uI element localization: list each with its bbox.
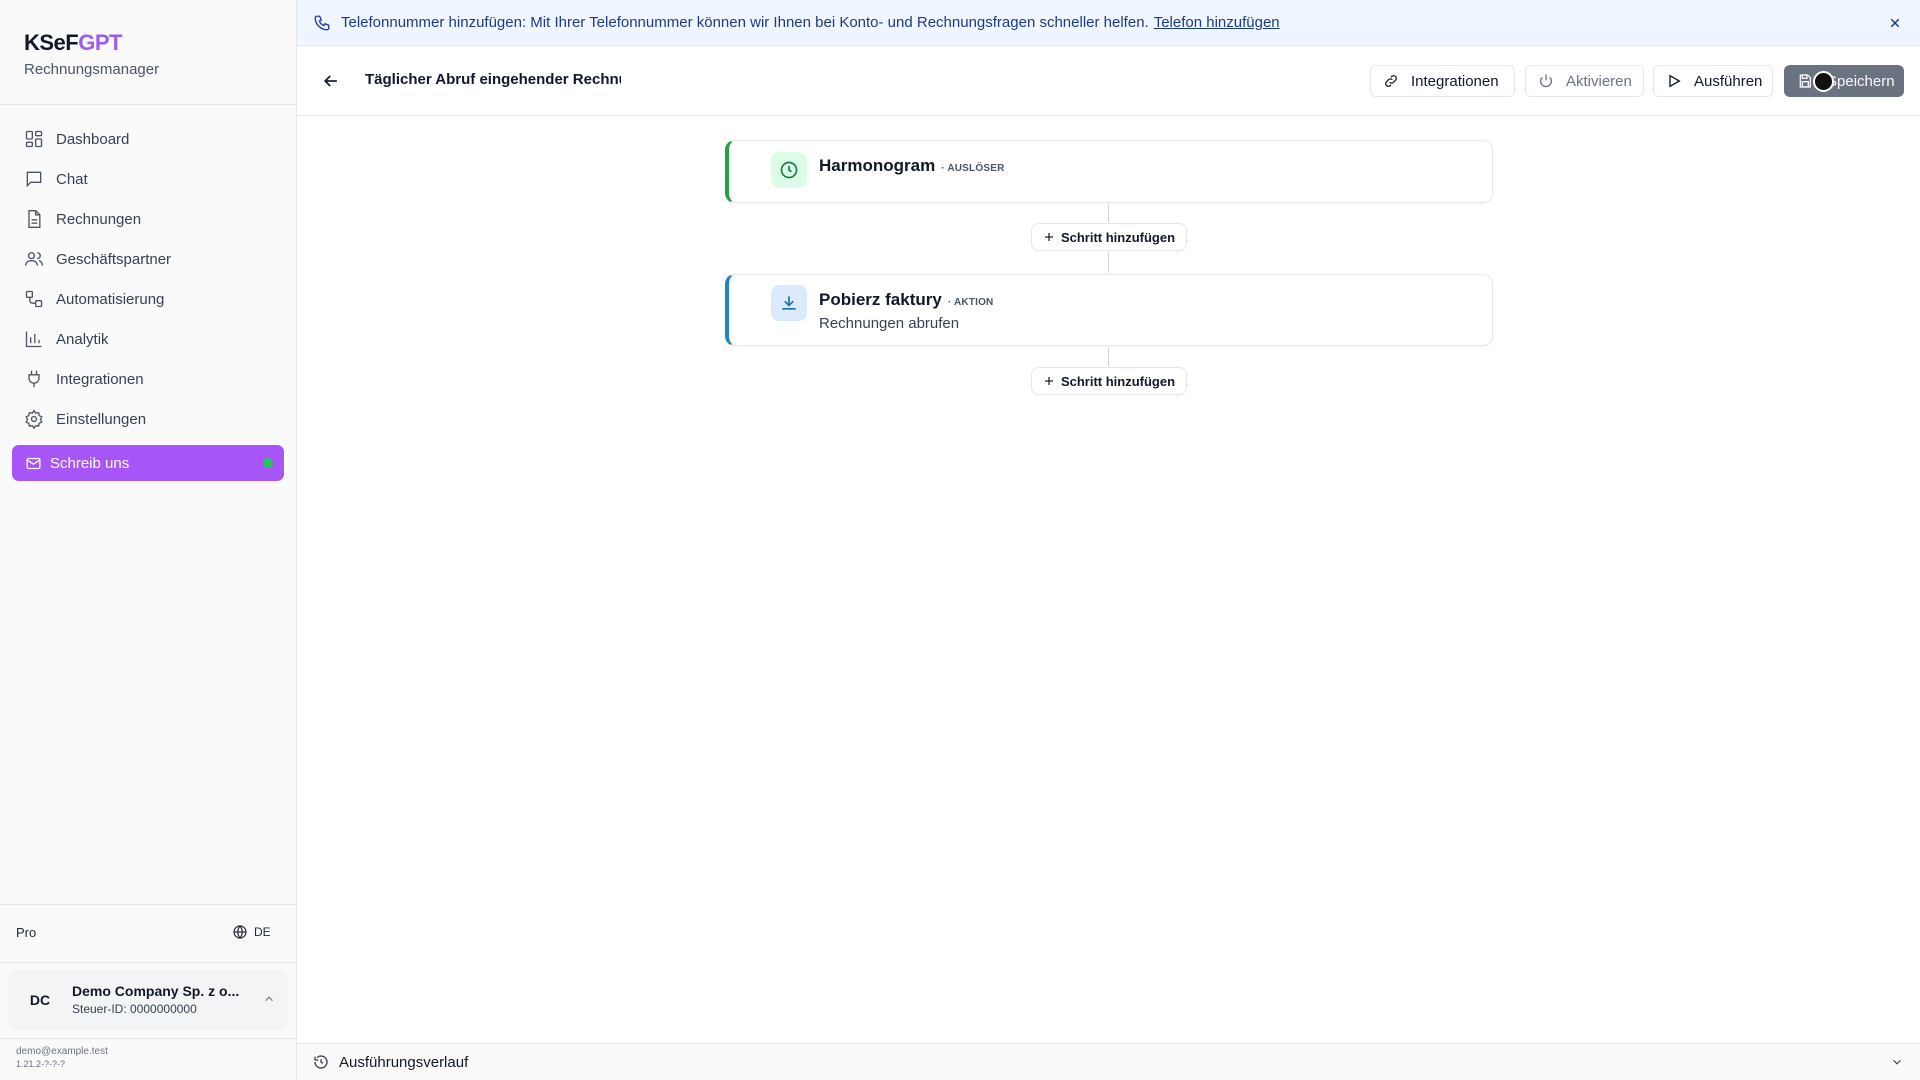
close-icon[interactable]: [1886, 14, 1904, 32]
users-icon: [24, 249, 44, 269]
app-version: 1.21.2-?-?-?: [16, 1059, 66, 1069]
activate-label: Aktivieren: [1566, 72, 1632, 90]
sidebar-item-settings[interactable]: Einstellungen: [12, 399, 284, 439]
add-phone-link[interactable]: Telefon hinzufügen: [1154, 14, 1280, 31]
plug-icon: [24, 369, 44, 389]
trigger-title-row: Harmonogram · AUSLÖSER: [819, 156, 1005, 176]
sidebar-item-partners[interactable]: Geschäftspartner: [12, 239, 284, 279]
sidebar-item-dashboard[interactable]: Dashboard: [12, 119, 284, 159]
brand-part1: KSeF: [24, 30, 79, 55]
online-status-dot: [263, 458, 273, 468]
trigger-title: Harmonogram: [819, 156, 936, 175]
brand-logo[interactable]: KSeFGPT: [24, 30, 122, 56]
connector-line: [1108, 252, 1109, 273]
sidebar-nav: Dashboard Chat Rechnungen Geschäftspartn…: [12, 119, 284, 439]
sidebar-item-label: Dashboard: [56, 130, 130, 148]
sidebar-item-label: Geschäftspartner: [56, 250, 172, 268]
sidebar-item-automation[interactable]: Automatisierung: [12, 279, 284, 319]
divider: [0, 904, 296, 905]
plus-icon: [1043, 231, 1055, 243]
company-name: Demo Company Sp. z o...: [72, 983, 240, 999]
action-title-row: Pobierz faktury · AKTION: [819, 290, 993, 310]
file-icon: [24, 209, 44, 229]
dashboard-icon: [24, 129, 44, 149]
brand-subtitle: Rechnungsmanager: [24, 61, 160, 78]
plus-icon: [1043, 375, 1055, 387]
integrations-button[interactable]: Integrationen: [1370, 65, 1515, 97]
action-tag: · AKTION: [947, 297, 994, 308]
sidebar-item-analytics[interactable]: Analytik: [12, 319, 284, 359]
run-button[interactable]: Ausführen: [1653, 65, 1773, 97]
execution-history-title: Ausführungsverlauf: [339, 1053, 469, 1071]
sidebar-item-integrations[interactable]: Integrationen: [12, 359, 284, 399]
run-label: Ausführen: [1694, 72, 1763, 90]
save-icon: [1797, 73, 1813, 89]
trigger-step-card[interactable]: Harmonogram · AUSLÖSER: [725, 140, 1493, 203]
clock-icon: [771, 152, 807, 188]
plan-label: Pro: [16, 925, 37, 940]
divider: [0, 104, 296, 105]
language-switcher[interactable]: DE: [232, 924, 271, 940]
trigger-tag: · AUSLÖSER: [941, 163, 1005, 174]
workflow-title[interactable]: Täglicher Abruf eingehender Rechnungen: [365, 71, 621, 88]
divider: [0, 962, 296, 963]
add-step-label: Schritt hinzufügen: [1060, 373, 1176, 389]
action-title: Pobierz faktury: [819, 290, 942, 309]
sidebar-item-label: Rechnungen: [56, 210, 142, 228]
history-icon: [313, 1054, 329, 1070]
action-step-card[interactable]: Pobierz faktury · AKTION Rechnungen abruf…: [725, 274, 1493, 346]
save-button[interactable]: Speichern: [1784, 65, 1904, 97]
download-icon: [771, 285, 807, 321]
user-email: demo@example.test: [16, 1046, 108, 1057]
mail-icon: [25, 455, 42, 472]
write-us-label: Schreib uns: [50, 454, 130, 472]
avatar: DC: [22, 982, 58, 1018]
workflow-icon: [24, 289, 44, 309]
add-step-button[interactable]: Schritt hinzufügen: [1031, 367, 1187, 395]
write-us-button[interactable]: Schreib uns: [12, 445, 284, 481]
sidebar-item-label: Automatisierung: [56, 290, 165, 308]
brand-part2: GPT: [78, 30, 122, 55]
sidebar-item-chat[interactable]: Chat: [12, 159, 284, 199]
sidebar-item-invoices[interactable]: Rechnungen: [12, 199, 284, 239]
add-step-button[interactable]: Schritt hinzufügen: [1031, 223, 1187, 251]
connector-line: [1108, 347, 1109, 366]
sidebar: KSeFGPT Rechnungsmanager Dashboard Chat …: [0, 0, 297, 1080]
back-arrow-icon[interactable]: [321, 71, 341, 91]
play-icon: [1666, 73, 1682, 89]
chevron-up-icon: [262, 992, 276, 1006]
phone-icon: [313, 14, 331, 32]
phone-banner: Telefonnummer hinzufügen: Mit Ihrer Tele…: [297, 0, 1920, 46]
execution-history-bar[interactable]: Ausführungsverlauf: [297, 1043, 1920, 1080]
activate-button[interactable]: Aktivieren: [1525, 65, 1644, 97]
chat-icon: [24, 169, 44, 189]
globe-icon: [232, 924, 248, 940]
company-tax-id: Steuer-ID: 0000000000: [72, 1002, 197, 1016]
power-icon: [1538, 73, 1554, 89]
link-icon: [1383, 73, 1399, 89]
sidebar-item-label: Analytik: [56, 330, 109, 348]
action-subtitle: Rechnungen abrufen: [819, 315, 960, 332]
banner-text: Telefonnummer hinzufügen: Mit Ihrer Tele…: [341, 14, 1149, 31]
sidebar-item-label: Einstellungen: [56, 410, 147, 428]
company-switcher[interactable]: DC Demo Company Sp. z o... Steuer-ID: 00…: [8, 970, 288, 1030]
sidebar-item-label: Integrationen: [56, 370, 144, 388]
connector-line: [1108, 204, 1109, 222]
language-label: DE: [254, 925, 271, 939]
bar-chart-icon: [24, 329, 44, 349]
chevron-down-icon[interactable]: [1890, 1055, 1904, 1069]
integrations-label: Integrationen: [1411, 72, 1499, 90]
sidebar-item-label: Chat: [56, 170, 88, 188]
gear-icon: [24, 409, 44, 429]
cursor-indicator: [1813, 71, 1834, 92]
divider: [0, 1038, 296, 1039]
workflow-header: Täglicher Abruf eingehender Rechnungen I…: [297, 47, 1920, 116]
add-step-label: Schritt hinzufügen: [1060, 229, 1176, 245]
save-label: Speichern: [1827, 72, 1895, 90]
